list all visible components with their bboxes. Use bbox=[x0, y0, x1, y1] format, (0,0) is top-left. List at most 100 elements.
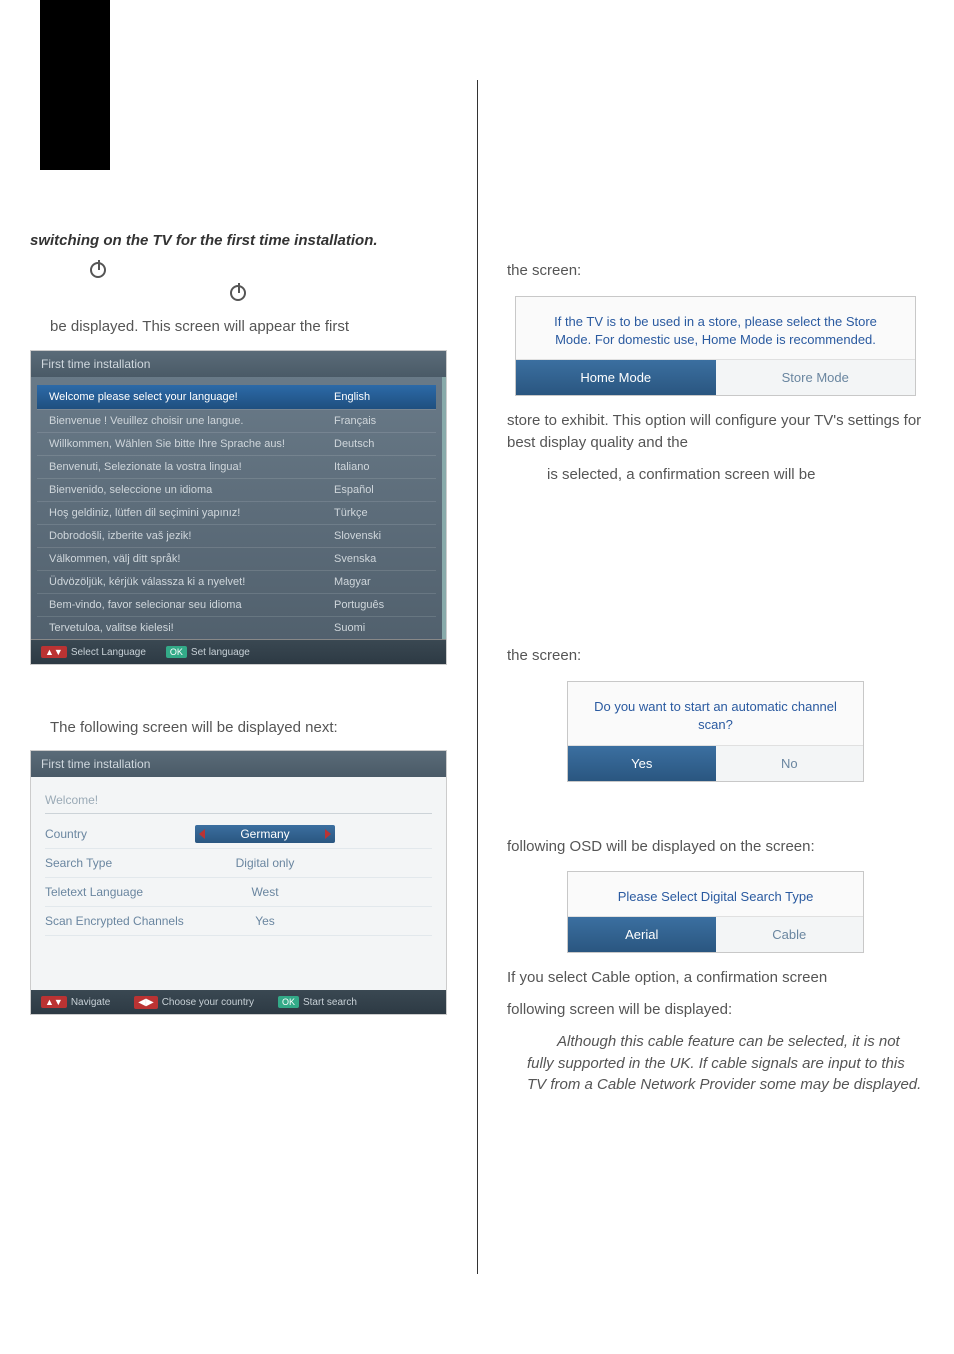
following-screen-line: The following screen will be displayed n… bbox=[30, 717, 447, 739]
language-row[interactable]: Hoş geldiniz, lütfen dil seçimini yapını… bbox=[37, 501, 436, 524]
store-exhibit-line: store to exhibit. This option will confi… bbox=[507, 410, 924, 454]
language-header-row[interactable]: Welcome please select your language! Eng… bbox=[37, 385, 436, 409]
language-header-prompt: Welcome please select your language! bbox=[49, 391, 334, 403]
install-value: West bbox=[195, 883, 335, 901]
power-icon-row-1 bbox=[90, 262, 447, 283]
power-icon bbox=[230, 285, 246, 301]
footer-choose-country: ◀▶ Choose your country bbox=[134, 997, 254, 1008]
yes-button[interactable]: Yes bbox=[568, 746, 716, 781]
osd-line: following OSD will be displayed on the s… bbox=[507, 836, 924, 858]
footer-select-label: Select Language bbox=[71, 647, 146, 658]
power-icon-row-2 bbox=[230, 285, 447, 306]
footer-select-language: ▲▼ Select Language bbox=[41, 646, 146, 658]
language-prompt: Bem-vindo, favor selecionar seu idioma bbox=[49, 599, 334, 611]
leftright-badge-icon: ◀▶ bbox=[134, 996, 157, 1009]
cable-button[interactable]: Cable bbox=[716, 917, 864, 952]
install-row-encrypted[interactable]: Scan Encrypted Channels Yes bbox=[45, 907, 432, 936]
language-row[interactable]: Benvenuti, Selezionate la vostra lingua!… bbox=[37, 455, 436, 478]
install-welcome: Welcome! bbox=[45, 793, 432, 814]
mode-dialog: If the TV is to be used in a store, plea… bbox=[515, 296, 916, 396]
the-screen-line-1: the screen: bbox=[507, 260, 924, 282]
updown-badge-icon: ▲▼ bbox=[41, 646, 67, 658]
language-name: Español bbox=[334, 484, 424, 496]
search-type-text: Please Select Digital Search Type bbox=[568, 872, 863, 916]
language-prompt: Bienvenue ! Veuillez choisir une langue. bbox=[49, 415, 334, 427]
language-panel: First time installation Welcome please s… bbox=[30, 350, 447, 665]
right-column: the screen: If the TV is to be used in a… bbox=[477, 0, 954, 1354]
language-header-selected: English bbox=[334, 391, 424, 403]
footer-start-search: OKStart search bbox=[278, 996, 357, 1008]
updown-badge-icon: ▲▼ bbox=[41, 996, 67, 1008]
install-label: Teletext Language bbox=[45, 885, 195, 899]
store-mode-button[interactable]: Store Mode bbox=[716, 360, 916, 395]
install-panel-footer: ▲▼ Navigate ◀▶ Choose your country OKStart… bbox=[31, 990, 446, 1014]
cable-confirm-line-2: following screen will be displayed: bbox=[507, 999, 924, 1021]
footer-choose-label: Choose your country bbox=[162, 997, 254, 1008]
install-row-country[interactable]: Country Germany bbox=[45, 820, 432, 849]
displayed-line: be displayed. This screen will appear th… bbox=[30, 316, 447, 338]
mode-dialog-buttons: Home Mode Store Mode bbox=[516, 359, 915, 395]
language-prompt: Üdvözöljük, kérjük válassza ki a nyelvet… bbox=[49, 576, 334, 588]
footer-navigate: ▲▼ Navigate bbox=[41, 996, 110, 1008]
search-type-buttons: Aerial Cable bbox=[568, 916, 863, 952]
language-row[interactable]: Välkommen, välj ditt språk! Svenska bbox=[37, 547, 436, 570]
language-row[interactable]: Bienvenido, seleccione un idioma Español bbox=[37, 478, 436, 501]
scan-dialog: Do you want to start an automatic channe… bbox=[567, 681, 864, 781]
left-column: switching on the TV for the first time i… bbox=[0, 0, 477, 1354]
language-panel-title: First time installation bbox=[31, 351, 446, 377]
scan-dialog-buttons: Yes No bbox=[568, 745, 863, 781]
footer-nav-label: Navigate bbox=[71, 997, 110, 1008]
home-mode-button[interactable]: Home Mode bbox=[516, 360, 716, 395]
language-row[interactable]: Willkommen, Wählen Sie bitte Ihre Sprach… bbox=[37, 432, 436, 455]
language-prompt: Willkommen, Wählen Sie bitte Ihre Sprach… bbox=[49, 438, 334, 450]
language-row[interactable]: Bienvenue ! Veuillez choisir une langue.… bbox=[37, 409, 436, 432]
language-name: Magyar bbox=[334, 576, 424, 588]
mode-dialog-text: If the TV is to be used in a store, plea… bbox=[516, 297, 915, 359]
install-label: Search Type bbox=[45, 856, 195, 870]
language-panel-footer: ▲▼ Select Language OK Set language bbox=[31, 639, 446, 664]
install-row-teletext[interactable]: Teletext Language West bbox=[45, 878, 432, 907]
install-label: Country bbox=[45, 827, 195, 841]
footer-set-language: OK Set language bbox=[166, 646, 250, 658]
language-name: Deutsch bbox=[334, 438, 424, 450]
language-row[interactable]: Dobrodošli, izberite vaš jezik! Slovensk… bbox=[37, 524, 436, 547]
the-screen-line-2: the screen: bbox=[507, 645, 924, 667]
install-value: Digital only bbox=[195, 854, 335, 872]
no-button[interactable]: No bbox=[716, 746, 864, 781]
language-prompt: Dobrodošli, izberite vaš jezik! bbox=[49, 530, 334, 542]
heading-first-time: switching on the TV for the first time i… bbox=[30, 230, 447, 252]
language-row[interactable]: Tervetuloa, valitse kielesi! Suomi bbox=[37, 616, 436, 639]
language-name: Français bbox=[334, 415, 424, 427]
language-name: Português bbox=[334, 599, 424, 611]
language-name: Svenska bbox=[334, 553, 424, 565]
ok-badge-icon: OK bbox=[278, 996, 299, 1008]
install-label: Scan Encrypted Channels bbox=[45, 914, 195, 928]
language-name: Suomi bbox=[334, 622, 424, 634]
language-prompt: Välkommen, välj ditt språk! bbox=[49, 553, 334, 565]
language-row[interactable]: Üdvözöljük, kérjük válassza ki a nyelvet… bbox=[37, 570, 436, 593]
install-panel: First time installation Welcome! Country… bbox=[30, 750, 447, 1015]
page-container: switching on the TV for the first time i… bbox=[0, 0, 954, 1354]
cable-note-italic: Although this cable feature can be selec… bbox=[507, 1031, 924, 1096]
install-row-search-type[interactable]: Search Type Digital only bbox=[45, 849, 432, 878]
language-prompt: Hoş geldiniz, lütfen dil seçimini yapını… bbox=[49, 507, 334, 519]
language-prompt: Benvenuti, Selezionate la vostra lingua! bbox=[49, 461, 334, 473]
scan-dialog-text: Do you want to start an automatic channe… bbox=[568, 682, 863, 744]
aerial-button[interactable]: Aerial bbox=[568, 917, 716, 952]
power-icon bbox=[90, 262, 106, 278]
install-value: Yes bbox=[195, 912, 335, 930]
language-name: Italiano bbox=[334, 461, 424, 473]
language-scrollbar[interactable] bbox=[442, 377, 446, 639]
ok-badge-icon: OK bbox=[166, 646, 187, 658]
cable-confirm-line-1: If you select Cable option, a confirmati… bbox=[507, 967, 924, 989]
language-prompt: Bienvenido, seleccione un idioma bbox=[49, 484, 334, 496]
language-name: Slovenski bbox=[334, 530, 424, 542]
search-type-dialog: Please Select Digital Search Type Aerial… bbox=[567, 871, 864, 953]
language-row[interactable]: Bem-vindo, favor selecionar seu idioma P… bbox=[37, 593, 436, 616]
footer-set-label: Set language bbox=[191, 647, 250, 658]
language-prompt: Tervetuloa, valitse kielesi! bbox=[49, 622, 334, 634]
install-panel-body: Welcome! Country Germany Search Type Dig… bbox=[31, 777, 446, 990]
install-panel-title: First time installation bbox=[31, 751, 446, 777]
install-value-selected[interactable]: Germany bbox=[195, 825, 335, 843]
language-name: Türkçe bbox=[334, 507, 424, 519]
